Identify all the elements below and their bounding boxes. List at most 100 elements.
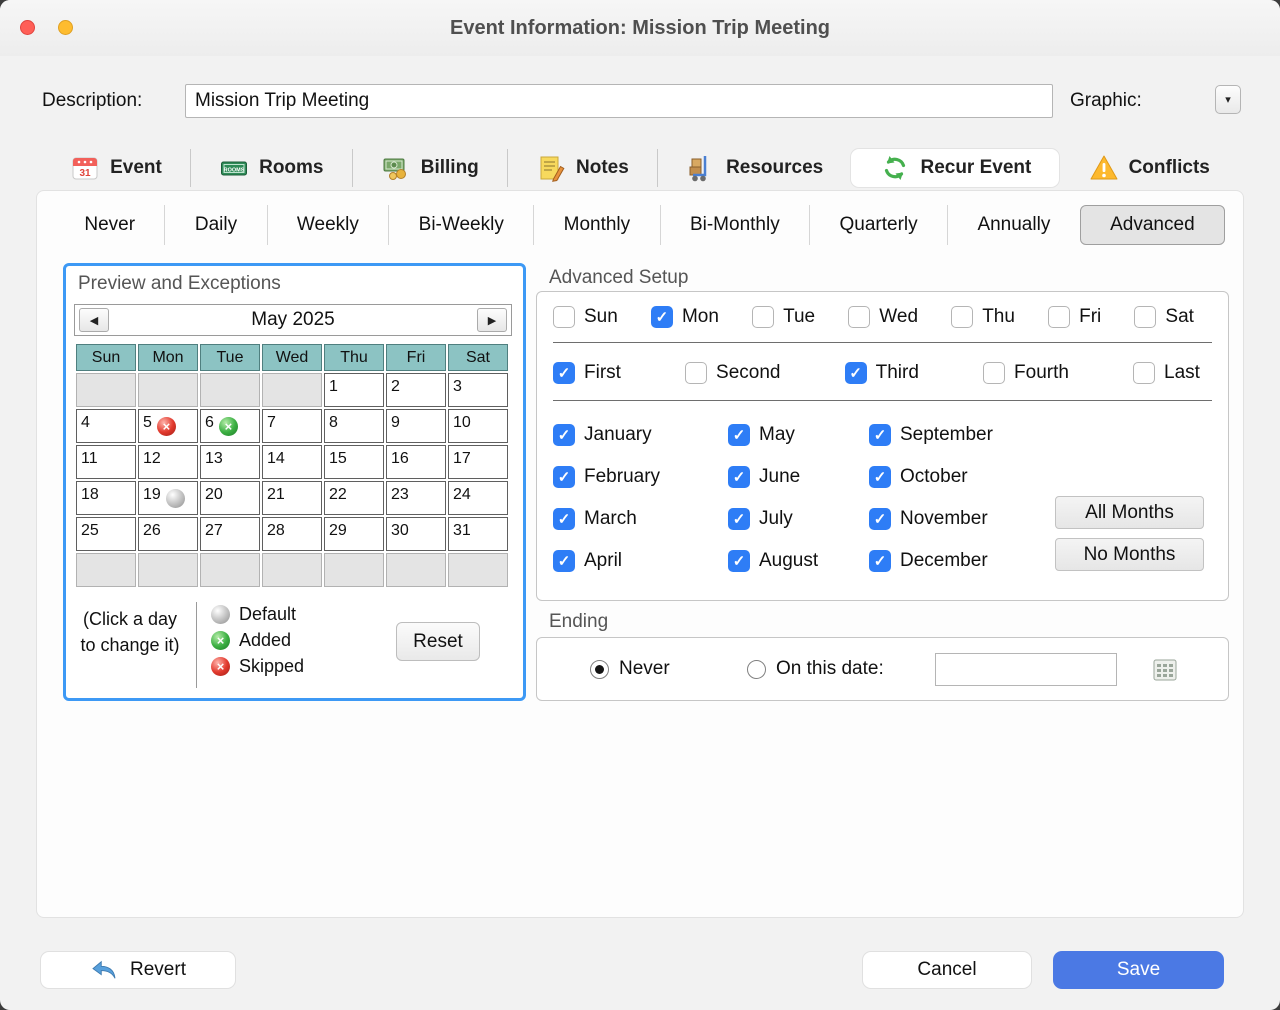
recurrence-tab-bi-weekly[interactable]: Bi-Weekly [388, 205, 533, 245]
calendar-day-15[interactable]: 15 [324, 445, 384, 479]
billing-icon [381, 153, 411, 183]
month-checkbox-january[interactable]: ✓January [553, 420, 660, 449]
calendar-day-29[interactable]: 29 [324, 517, 384, 551]
ordinal-checkbox-second[interactable]: Second [685, 359, 780, 388]
calendar-day-5[interactable]: 5× [138, 409, 198, 443]
day-number: 15 [329, 450, 347, 468]
calendar-day-2[interactable]: 2 [386, 373, 446, 407]
month-checkbox-label: April [584, 550, 622, 572]
calendar-day-7[interactable]: 7 [262, 409, 322, 443]
tab-recur-event[interactable]: Recur Event [851, 149, 1059, 187]
ending-on-date-radio[interactable]: On this date: [747, 658, 884, 680]
save-button[interactable]: Save [1053, 951, 1224, 989]
weekday-checkbox-wed[interactable]: Wed [848, 303, 918, 332]
month-checkbox-june[interactable]: ✓June [728, 462, 818, 491]
tab-billing[interactable]: Billing [352, 149, 507, 187]
ordinal-checkbox-first[interactable]: ✓First [553, 359, 621, 388]
month-checkbox-july[interactable]: ✓July [728, 504, 818, 533]
weekday-checkbox-fri[interactable]: Fri [1048, 303, 1101, 332]
calendar-day-18[interactable]: 18 [76, 481, 136, 515]
calendar-day-19[interactable]: 19 [138, 481, 198, 515]
date-picker-icon[interactable] [1152, 658, 1178, 682]
month-checkbox-february[interactable]: ✓February [553, 462, 660, 491]
recurrence-tab-daily[interactable]: Daily [164, 205, 266, 245]
conflicts-warning-icon [1089, 153, 1119, 183]
ordinal-checkbox-last[interactable]: Last [1133, 359, 1200, 388]
calendar-day-22[interactable]: 22 [324, 481, 384, 515]
month-checkbox-may[interactable]: ✓May [728, 420, 818, 449]
ordinal-checkbox-fourth[interactable]: Fourth [983, 359, 1069, 388]
weekday-checkbox-label: Sun [584, 306, 618, 328]
calendar-day-11[interactable]: 11 [76, 445, 136, 479]
next-month-button[interactable]: ▶ [477, 308, 507, 332]
calendar-day-content: 31 [453, 518, 507, 550]
weekday-checkbox-thu[interactable]: Thu [951, 303, 1015, 332]
recurrence-tab-monthly[interactable]: Monthly [533, 205, 659, 245]
calendar-day-27[interactable]: 27 [200, 517, 260, 551]
tab-notes[interactable]: Notes [507, 149, 657, 187]
calendar-day-23[interactable]: 23 [386, 481, 446, 515]
recurrence-tab-advanced[interactable]: Advanced [1080, 205, 1225, 245]
calendar-day-30[interactable]: 30 [386, 517, 446, 551]
previous-month-button[interactable]: ◀ [79, 308, 109, 332]
calendar-day-6[interactable]: 6× [200, 409, 260, 443]
tab-conflicts[interactable]: Conflicts [1059, 149, 1238, 187]
close-window-button[interactable] [20, 20, 35, 35]
calendar-blank-cell [138, 553, 198, 587]
month-checkbox-september[interactable]: ✓September [869, 420, 993, 449]
ending-box: Never On this date: [536, 637, 1229, 701]
recurrence-tab-bi-monthly[interactable]: Bi-Monthly [660, 205, 810, 245]
calendar-day-16[interactable]: 16 [386, 445, 446, 479]
calendar-day-14[interactable]: 14 [262, 445, 322, 479]
calendar-blank-cell [76, 373, 136, 407]
description-input[interactable] [185, 84, 1053, 118]
minimize-window-button[interactable] [58, 20, 73, 35]
day-number: 26 [143, 522, 161, 540]
month-column-1: ✓January ✓February ✓March ✓April [553, 420, 660, 575]
ordinal-checkbox-third[interactable]: ✓Third [845, 359, 919, 388]
ending-never-radio[interactable]: Never [590, 658, 670, 680]
no-months-button[interactable]: No Months [1055, 538, 1204, 571]
calendar-day-31[interactable]: 31 [448, 517, 508, 551]
cancel-button[interactable]: Cancel [862, 951, 1032, 989]
all-months-button[interactable]: All Months [1055, 496, 1204, 529]
month-checkbox-label: March [584, 508, 637, 530]
tab-resources[interactable]: Resources [657, 149, 851, 187]
ending-date-input[interactable] [935, 653, 1117, 686]
recurrence-tab-weekly[interactable]: Weekly [267, 205, 389, 245]
calendar-day-26[interactable]: 26 [138, 517, 198, 551]
tab-event[interactable]: 31Event [42, 149, 190, 187]
recurrence-tab-annually[interactable]: Annually [947, 205, 1080, 245]
calendar-day-3[interactable]: 3 [448, 373, 508, 407]
reset-button[interactable]: Reset [396, 622, 480, 661]
calendar-day-9[interactable]: 9 [386, 409, 446, 443]
ordinal-checkbox-label: Last [1164, 362, 1200, 384]
recurrence-tab-quarterly[interactable]: Quarterly [809, 205, 947, 245]
month-checkbox-october[interactable]: ✓October [869, 462, 993, 491]
calendar-day-1[interactable]: 1 [324, 373, 384, 407]
month-checkbox-november[interactable]: ✓November [869, 504, 993, 533]
weekday-checkbox-sun[interactable]: Sun [553, 303, 618, 332]
month-checkbox-april[interactable]: ✓April [553, 546, 660, 575]
calendar-day-21[interactable]: 21 [262, 481, 322, 515]
weekday-checkbox-sat[interactable]: Sat [1134, 303, 1194, 332]
calendar-day-4[interactable]: 4 [76, 409, 136, 443]
recurrence-tab-never[interactable]: Never [55, 205, 164, 245]
tab-rooms[interactable]: ROOMSRooms [190, 149, 352, 187]
graphic-dropdown-button[interactable]: ▾ [1215, 85, 1241, 114]
month-checkbox-march[interactable]: ✓March [553, 504, 660, 533]
calendar-day-8[interactable]: 8 [324, 409, 384, 443]
calendar-day-13[interactable]: 13 [200, 445, 260, 479]
calendar-day-20[interactable]: 20 [200, 481, 260, 515]
month-checkbox-december[interactable]: ✓December [869, 546, 993, 575]
revert-button[interactable]: Revert [40, 951, 236, 989]
calendar-day-12[interactable]: 12 [138, 445, 198, 479]
calendar-day-10[interactable]: 10 [448, 409, 508, 443]
calendar-day-17[interactable]: 17 [448, 445, 508, 479]
calendar-day-28[interactable]: 28 [262, 517, 322, 551]
calendar-day-24[interactable]: 24 [448, 481, 508, 515]
month-checkbox-august[interactable]: ✓August [728, 546, 818, 575]
weekday-checkbox-mon[interactable]: ✓Mon [651, 303, 719, 332]
calendar-day-25[interactable]: 25 [76, 517, 136, 551]
weekday-checkbox-tue[interactable]: Tue [752, 303, 815, 332]
